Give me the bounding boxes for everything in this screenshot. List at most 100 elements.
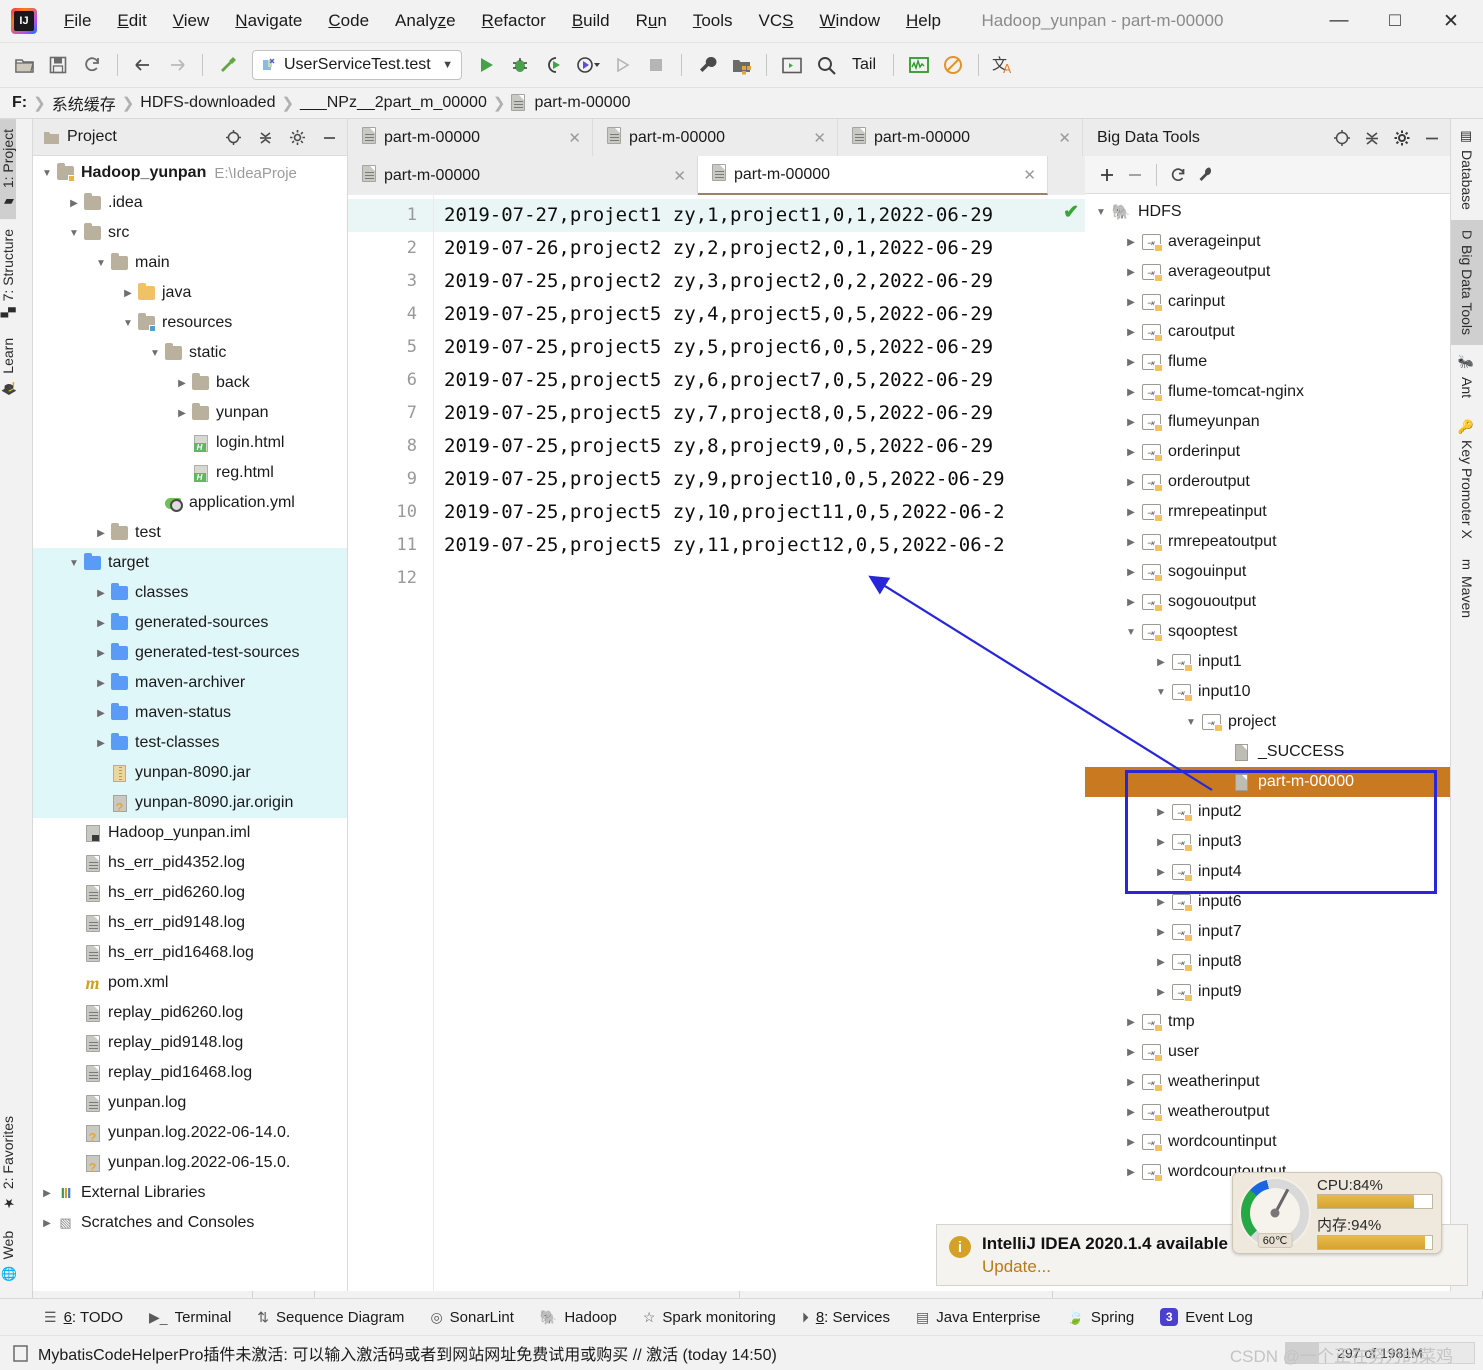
add-icon[interactable] bbox=[1095, 163, 1119, 187]
run-step-icon[interactable] bbox=[606, 49, 638, 81]
hdfs-tree-row[interactable]: ▶ ⇥ input7 bbox=[1085, 917, 1450, 947]
hdfs-tree-row[interactable]: ▶ ⇥ caroutput bbox=[1085, 317, 1450, 347]
chevron-right-icon[interactable]: ▶ bbox=[93, 678, 109, 689]
tool-tab-7-structure[interactable]: ▚ 7: Structure bbox=[0, 219, 16, 327]
chevron-down-icon[interactable]: ▼ bbox=[66, 558, 82, 569]
hdfs-tree-row[interactable]: _SUCCESS bbox=[1085, 737, 1450, 767]
project-tree-row[interactable]: ▶ .idea bbox=[33, 188, 347, 218]
chevron-right-icon[interactable]: ▶ bbox=[1123, 417, 1139, 428]
tool-tab-1-project[interactable]: ▰ 1: Project bbox=[0, 119, 16, 220]
chevron-right-icon[interactable]: ▶ bbox=[1153, 987, 1169, 998]
chevron-right-icon[interactable]: ▶ bbox=[39, 1218, 55, 1229]
chevron-down-icon[interactable]: ▼ bbox=[93, 258, 109, 269]
chevron-right-icon[interactable]: ▶ bbox=[1123, 597, 1139, 608]
status-item-event-log[interactable]: 3 Event Log bbox=[1160, 1308, 1253, 1326]
tool-tab-learn[interactable]: 🎓 Learn bbox=[0, 328, 16, 406]
hdfs-tree-row[interactable]: ▶ ⇥ averageinput bbox=[1085, 227, 1450, 257]
chevron-right-icon[interactable]: ▶ bbox=[1123, 477, 1139, 488]
hdfs-tree[interactable]: ▼ 🐘 HDFS ▶ ⇥ averageinput ▶ ⇥ averageoutput ▶ ⇥ car… bbox=[1085, 194, 1450, 1291]
cpu-monitor-widget[interactable]: 60℃ CPU:84% 内存:94% bbox=[1232, 1172, 1442, 1254]
editor-tab[interactable]: part-m-00000 ✕ bbox=[348, 119, 593, 156]
menu-tools[interactable]: Tools bbox=[680, 8, 746, 34]
hdfs-tree-row[interactable]: ▶ ⇥ orderoutput bbox=[1085, 467, 1450, 497]
chevron-down-icon[interactable]: ▼ bbox=[1123, 627, 1139, 638]
chevron-right-icon[interactable]: ▶ bbox=[1153, 897, 1169, 908]
chevron-down-icon[interactable]: ▼ bbox=[66, 228, 82, 239]
hdfs-tree-row[interactable]: ▶ ⇥ input6 bbox=[1085, 887, 1450, 917]
remove-icon[interactable] bbox=[1123, 163, 1147, 187]
hdfs-tree-row[interactable]: ▶ ⇥ flume bbox=[1085, 347, 1450, 377]
hdfs-tree-row[interactable]: ▼ ⇥ project bbox=[1085, 707, 1450, 737]
project-tree-row[interactable]: hs_err_pid9148.log bbox=[33, 908, 347, 938]
chevron-right-icon[interactable]: ▶ bbox=[1123, 537, 1139, 548]
chevron-right-icon[interactable]: ▶ bbox=[1123, 1017, 1139, 1028]
editor-tab[interactable]: part-m-00000 ✕ bbox=[698, 156, 1048, 195]
tool-tab-web[interactable]: 🌐 Web bbox=[0, 1221, 16, 1291]
project-tree-row[interactable]: ▶ generated-test-sources bbox=[33, 638, 347, 668]
chevron-right-icon[interactable]: ▶ bbox=[93, 588, 109, 599]
search-icon[interactable] bbox=[810, 49, 842, 81]
close-tab-icon[interactable]: ✕ bbox=[1052, 129, 1071, 147]
run-icon[interactable] bbox=[470, 49, 502, 81]
project-tree-row[interactable]: yunpan.log.2022-06-15.0. bbox=[33, 1148, 347, 1178]
project-tree-row[interactable]: ▼ static bbox=[33, 338, 347, 368]
close-tab-icon[interactable]: ✕ bbox=[1017, 166, 1036, 184]
hdfs-tree-row[interactable]: ▶ ⇥ rmrepeatoutput bbox=[1085, 527, 1450, 557]
hdfs-tree-row[interactable]: ▼ ⇥ sqooptest bbox=[1085, 617, 1450, 647]
hdfs-tree-row[interactable]: ▶ ⇥ sogououtput bbox=[1085, 587, 1450, 617]
chevron-right-icon[interactable]: ▶ bbox=[174, 408, 190, 419]
chevron-right-icon[interactable]: ▶ bbox=[174, 378, 190, 389]
wrench-icon[interactable] bbox=[1194, 163, 1218, 187]
project-tree-row[interactable]: ▶ test bbox=[33, 518, 347, 548]
hdfs-tree-row[interactable]: ▶ ⇥ sogouinput bbox=[1085, 557, 1450, 587]
chevron-right-icon[interactable]: ▶ bbox=[1123, 447, 1139, 458]
translate-icon[interactable]: 文A bbox=[988, 49, 1020, 81]
project-tree-row[interactable]: yunpan.log.2022-06-14.0. bbox=[33, 1118, 347, 1148]
project-tree-row[interactable]: ▼ Hadoop_yunpan E:\IdeaProje bbox=[33, 158, 347, 188]
project-tree-row[interactable]: ▼ main bbox=[33, 248, 347, 278]
menu-help[interactable]: Help bbox=[893, 8, 954, 34]
chevron-right-icon[interactable]: ▶ bbox=[1153, 657, 1169, 668]
chevron-right-icon[interactable]: ▶ bbox=[120, 288, 136, 299]
project-tree-row[interactable]: replay_pid16468.log bbox=[33, 1058, 347, 1088]
hdfs-tree-row[interactable]: ▶ ⇥ input2 bbox=[1085, 797, 1450, 827]
hdfs-tree-row[interactable]: ▶ ⇥ input4 bbox=[1085, 857, 1450, 887]
close-tab-icon[interactable]: ✕ bbox=[667, 167, 686, 185]
project-tree-row[interactable]: yunpan-8090.jar bbox=[33, 758, 347, 788]
chevron-down-icon[interactable]: ▼ bbox=[120, 318, 136, 329]
project-tree-row[interactable]: hs_err_pid4352.log bbox=[33, 848, 347, 878]
hdfs-tree-row[interactable]: ▶ ⇥ input8 bbox=[1085, 947, 1450, 977]
hdfs-tree-row[interactable]: ▶ ⇥ user bbox=[1085, 1037, 1450, 1067]
project-tree[interactable]: ▼ Hadoop_yunpan E:\IdeaProje ▶ .idea ▼ src ▼ mai… bbox=[33, 156, 347, 1291]
collapse-all-icon[interactable] bbox=[1360, 126, 1384, 150]
chevron-right-icon[interactable]: ▶ bbox=[1153, 867, 1169, 878]
project-tree-row[interactable]: yunpan.log bbox=[33, 1088, 347, 1118]
tool-tab-2-favorites[interactable]: ★ 2: Favorites bbox=[0, 1106, 16, 1220]
chevron-right-icon[interactable]: ▶ bbox=[1153, 807, 1169, 818]
save-icon[interactable] bbox=[42, 49, 74, 81]
chevron-right-icon[interactable]: ▶ bbox=[1123, 567, 1139, 578]
project-tree-row[interactable]: ▶ maven-status bbox=[33, 698, 347, 728]
refresh-icon[interactable] bbox=[1166, 163, 1190, 187]
hdfs-tree-row[interactable]: ▼ 🐘 HDFS bbox=[1085, 197, 1450, 227]
project-tree-row[interactable]: ▼ src bbox=[33, 218, 347, 248]
minimize-panel-icon[interactable] bbox=[1420, 126, 1444, 150]
menu-code[interactable]: Code bbox=[315, 8, 382, 34]
hdfs-tree-row[interactable]: part-m-00000 bbox=[1085, 767, 1450, 797]
chevron-right-icon[interactable]: ▶ bbox=[1123, 1137, 1139, 1148]
settings-gear-icon[interactable] bbox=[285, 125, 309, 149]
chevron-right-icon[interactable]: ▶ bbox=[1123, 1107, 1139, 1118]
chevron-right-icon[interactable]: ▶ bbox=[1123, 507, 1139, 518]
project-tree-row[interactable]: yunpan-8090.jar.origin bbox=[33, 788, 347, 818]
project-tree-row[interactable]: ▼ resources bbox=[33, 308, 347, 338]
hdfs-tree-row[interactable]: ▶ ⇥ input1 bbox=[1085, 647, 1450, 677]
hdfs-tree-row[interactable]: ▶ ⇥ input9 bbox=[1085, 977, 1450, 1007]
menu-refactor[interactable]: Refactor bbox=[469, 8, 559, 34]
tool-tab-big-data-tools[interactable]: D Big Data Tools bbox=[1451, 219, 1483, 346]
run-coverage-icon[interactable] bbox=[538, 49, 570, 81]
chevron-right-icon[interactable]: ▶ bbox=[1123, 1047, 1139, 1058]
breadcrumb-item-1[interactable]: 系统缓存 bbox=[52, 91, 116, 115]
hdfs-tree-row[interactable]: ▶ ⇥ averageoutput bbox=[1085, 257, 1450, 287]
breadcrumb-item-3[interactable]: ___NPz__2part_m_00000 bbox=[300, 94, 487, 112]
menu-file[interactable]: File bbox=[51, 8, 104, 34]
